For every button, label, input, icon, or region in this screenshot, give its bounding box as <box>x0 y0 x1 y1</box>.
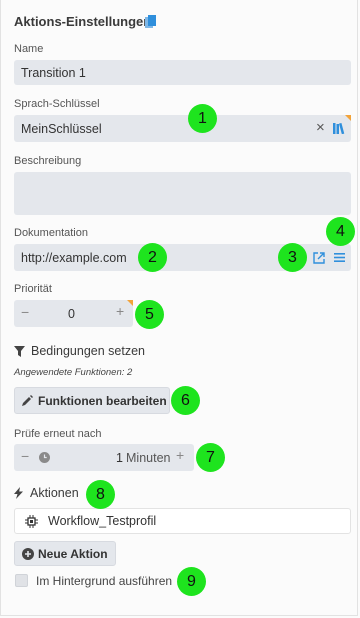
priority-increment-button[interactable]: + <box>116 303 124 319</box>
edit-functions-label: Funktionen bearbeiten <box>38 393 167 408</box>
filter-icon <box>14 345 25 357</box>
documentation-label: Dokumentation <box>14 227 88 239</box>
clock-icon <box>39 452 50 463</box>
marker-9: 9 <box>177 567 206 596</box>
recheck-decrement-button[interactable]: − <box>21 448 29 464</box>
copy-docs-icon[interactable] <box>144 14 158 30</box>
marker-1: 1 <box>188 104 217 133</box>
panel-title: Aktions-Einstellungen <box>14 14 152 29</box>
marker-6: 6 <box>171 386 200 415</box>
conditions-heading: Bedingungen setzen <box>31 344 145 358</box>
priority-flag-icon <box>127 300 133 306</box>
recheck-increment-button[interactable]: + <box>176 447 184 463</box>
edit-functions-button[interactable]: Funktionen bearbeiten <box>14 387 170 414</box>
background-run-checkbox[interactable] <box>15 574 28 587</box>
translation-flag-icon <box>345 115 351 121</box>
language-key-label: Sprach-Schlüssel <box>14 98 100 110</box>
pencil-icon <box>22 395 33 406</box>
actions-heading: Aktionen <box>30 486 79 500</box>
name-label: Name <box>14 43 44 55</box>
description-field[interactable] <box>14 172 351 215</box>
clear-icon[interactable]: × <box>316 119 325 136</box>
workflow-action-item[interactable]: Workflow_Testprofil <box>14 508 351 534</box>
open-external-icon[interactable] <box>313 252 325 264</box>
marker-7: 7 <box>196 443 225 472</box>
marker-8: 8 <box>86 480 115 509</box>
library-books-icon[interactable] <box>333 123 345 134</box>
priority-stepper[interactable]: − 0 + <box>14 300 133 327</box>
marker-5: 5 <box>135 300 164 329</box>
name-field[interactable]: Transition 1 <box>14 60 351 85</box>
marker-2: 2 <box>138 243 167 272</box>
background-run-label[interactable]: Im Hintergrund ausführen <box>36 574 172 588</box>
language-key-value: MeinSchlüssel <box>21 121 102 136</box>
language-key-field[interactable]: MeinSchlüssel × <box>14 115 351 142</box>
recheck-unit: Minuten <box>126 451 171 465</box>
bolt-icon <box>14 487 23 499</box>
recheck-stepper[interactable]: − 1 Minuten + <box>14 444 194 471</box>
marker-4: 4 <box>326 217 355 246</box>
marker-3: 3 <box>278 243 307 272</box>
applied-functions-text: Angewendete Funktionen: 2 <box>14 367 133 378</box>
name-value: Transition 1 <box>21 65 86 80</box>
recheck-label: Prüfe erneut nach <box>14 428 102 440</box>
description-label: Beschreibung <box>14 155 82 167</box>
plus-circle-icon <box>22 547 34 560</box>
priority-value[interactable]: 0 <box>68 307 75 321</box>
documentation-value: http://example.com <box>21 250 127 265</box>
chip-icon <box>25 515 38 528</box>
workflow-item-label: Workflow_Testprofil <box>48 514 157 528</box>
priority-label: Priorität <box>14 283 52 295</box>
new-action-label: Neue Aktion <box>38 546 108 561</box>
priority-decrement-button[interactable]: − <box>21 304 29 320</box>
menu-icon[interactable] <box>334 252 345 263</box>
conditions-section: Bedingungen setzen <box>14 344 145 358</box>
new-action-button[interactable]: Neue Aktion <box>14 541 116 566</box>
action-settings-panel: Aktions-Einstellungen Name Transition 1 … <box>0 0 358 616</box>
actions-section: Aktionen <box>14 486 79 500</box>
recheck-value[interactable]: 1 <box>116 451 123 465</box>
